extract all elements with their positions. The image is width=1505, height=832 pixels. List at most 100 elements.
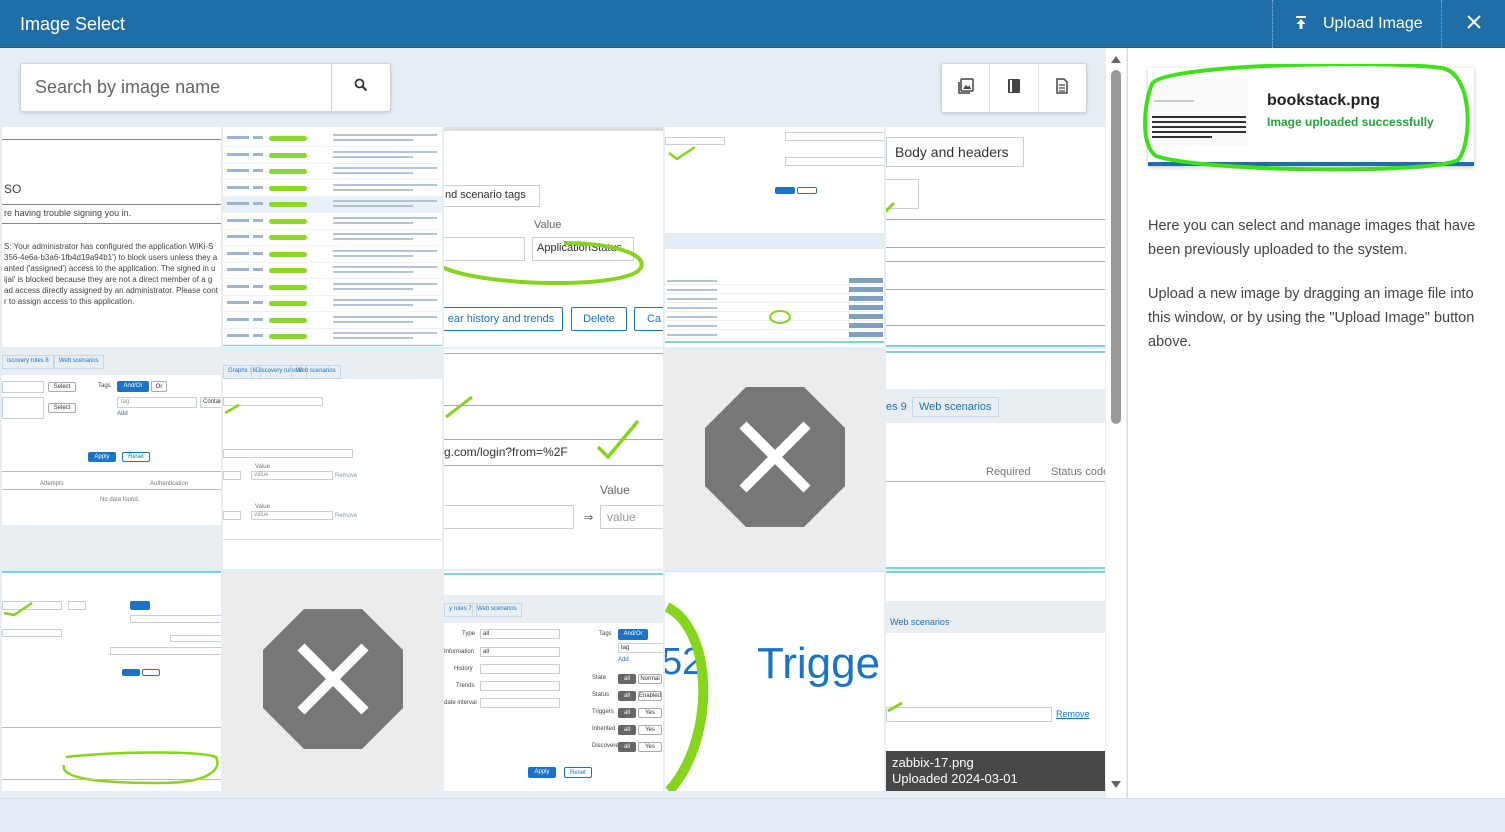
highlight-scribble — [1143, 64, 1470, 172]
tile-button: Yes — [638, 742, 662, 752]
image-tile[interactable]: SO re having trouble signing you in. S: … — [2, 127, 221, 347]
divider — [444, 573, 663, 575]
divider — [886, 345, 1105, 347]
search-input[interactable] — [21, 64, 331, 111]
tile-text: SO — [4, 182, 22, 196]
tile-text: History — [454, 666, 473, 672]
tile-row — [223, 247, 442, 263]
image-tile[interactable]: 52 Trigge — [665, 571, 884, 791]
tile-button: all — [618, 708, 636, 718]
divider — [886, 481, 1105, 482]
highlight-scribble — [3, 601, 33, 617]
tile-text: es 9 — [886, 401, 907, 413]
tile-tab: iscovery rules 8 — [2, 355, 54, 369]
upload-image-button[interactable]: Upload Image — [1272, 0, 1442, 48]
tile-field — [785, 132, 884, 141]
tile-text: S: Your administrator has configured the… — [4, 242, 214, 251]
tile-button: Select — [48, 403, 76, 413]
upload-image-label: Upload Image — [1323, 15, 1423, 32]
tile-text: Required — [986, 466, 1031, 478]
divider — [886, 351, 1105, 353]
tile-button — [797, 187, 817, 194]
tile-field — [444, 505, 574, 529]
scroll-down-arrow[interactable] — [1111, 781, 1121, 788]
image-tile[interactable] — [665, 127, 884, 347]
tile-field — [223, 511, 241, 520]
image-tile[interactable]: y rules 7 Web scenarios Apply Reset Type… — [444, 571, 663, 791]
tile-text: Remove — [335, 473, 358, 479]
tile-button: Or — [151, 381, 167, 392]
tile-button: ear history and trends — [444, 307, 563, 331]
tile-button: And/Or — [618, 629, 648, 640]
tile-text: Trigge — [757, 639, 881, 688]
divider — [2, 139, 221, 140]
divider — [886, 247, 1105, 248]
scroll-thumb[interactable] — [1111, 70, 1121, 424]
highlight-scribble — [62, 751, 219, 785]
dialog-title: Image Select — [20, 14, 126, 34]
tile-row — [223, 197, 442, 213]
image-icon — [957, 77, 974, 99]
tile-button: And/Or — [117, 381, 149, 392]
uploaded-image-card[interactable]: bookstack.png Image uploaded successfull… — [1143, 64, 1474, 172]
scroll-up-arrow[interactable] — [1111, 56, 1121, 63]
image-tile[interactable]: Web scenarios Remove zabbix-17.png Uploa… — [886, 571, 1105, 791]
tile-button: Apply — [528, 767, 556, 778]
tile-field — [480, 664, 560, 674]
highlight-scribble — [224, 403, 240, 415]
tile-text: ad access directly assigned by an admini… — [4, 286, 218, 295]
tile-text: No data found. — [100, 497, 140, 503]
tile-button — [775, 187, 795, 194]
broken-image-icon — [262, 608, 403, 754]
image-tile[interactable]: nd scenario tags Value ApplicationStatus… — [444, 127, 663, 347]
image-tile-broken[interactable] — [665, 349, 884, 569]
divider — [223, 539, 442, 540]
image-tile[interactable]: Body and headers — [886, 127, 1105, 347]
image-details-pane: bookstack.png Image uploaded successfull… — [1127, 48, 1505, 798]
tile-text: Status — [592, 692, 610, 698]
tile-field — [2, 629, 62, 637]
image-tile[interactable]: g.com/login?from=%2F Value ⇒ value — [444, 349, 663, 569]
highlight-scribble — [665, 602, 709, 791]
tile-button: Select — [48, 382, 76, 392]
tile-field: value — [600, 505, 663, 529]
tile-row — [665, 277, 884, 285]
tile-text: Tags — [599, 631, 612, 637]
dialog-footer — [0, 798, 1505, 832]
tile-button: Delete — [571, 307, 627, 331]
image-tile[interactable] — [223, 127, 442, 347]
broken-image-icon — [704, 386, 845, 532]
tile-field — [110, 647, 221, 655]
tile-tab: Web scenarios — [472, 603, 522, 617]
image-tile[interactable]: es 9 Web scenarios Required Status code — [886, 349, 1105, 569]
gallery-filter-button[interactable] — [942, 64, 991, 112]
image-caption: zabbix-17.png Uploaded 2024-03-01 — [886, 751, 1105, 791]
tile-text: Status code — [1051, 466, 1105, 478]
image-tile[interactable]: Graphs 16 Discovery rules 8 Web scenario… — [223, 349, 442, 569]
divider — [886, 261, 1105, 262]
tile-text: r to assign access to this application. — [4, 297, 135, 306]
image-gallery-pane: SO re having trouble signing you in. S: … — [0, 48, 1126, 798]
tile-row — [223, 313, 442, 329]
page-filter-button[interactable] — [1039, 64, 1086, 112]
image-tile[interactable] — [2, 571, 221, 791]
image-tile[interactable]: iscovery rules 8 Web scenarios Select Ta… — [2, 349, 221, 569]
search-button[interactable] — [331, 64, 390, 111]
tile-field: tag — [618, 643, 663, 653]
tile-text: 356-4e6a-b3a6-1fb4d19a94b1') to block us… — [4, 253, 218, 262]
dialog-header: Image Select Upload Image — [0, 0, 1505, 48]
tile-text: Tags — [98, 383, 111, 389]
highlight-scribble — [769, 310, 791, 324]
tile-field — [223, 449, 353, 458]
tile-field: value — [251, 471, 333, 480]
gallery-scrollbar[interactable] — [1106, 48, 1126, 798]
divider — [2, 471, 221, 472]
image-tile-broken[interactable] — [223, 571, 442, 791]
close-button[interactable] — [1443, 0, 1505, 48]
book-filter-button[interactable] — [990, 64, 1039, 112]
search-icon — [354, 78, 368, 97]
tile-field: Contains — [200, 397, 221, 408]
divider — [886, 567, 1105, 569]
help-paragraph: Upload a new image by dragging an image … — [1148, 286, 1475, 350]
tile-text: re having trouble signing you in. — [4, 208, 132, 218]
